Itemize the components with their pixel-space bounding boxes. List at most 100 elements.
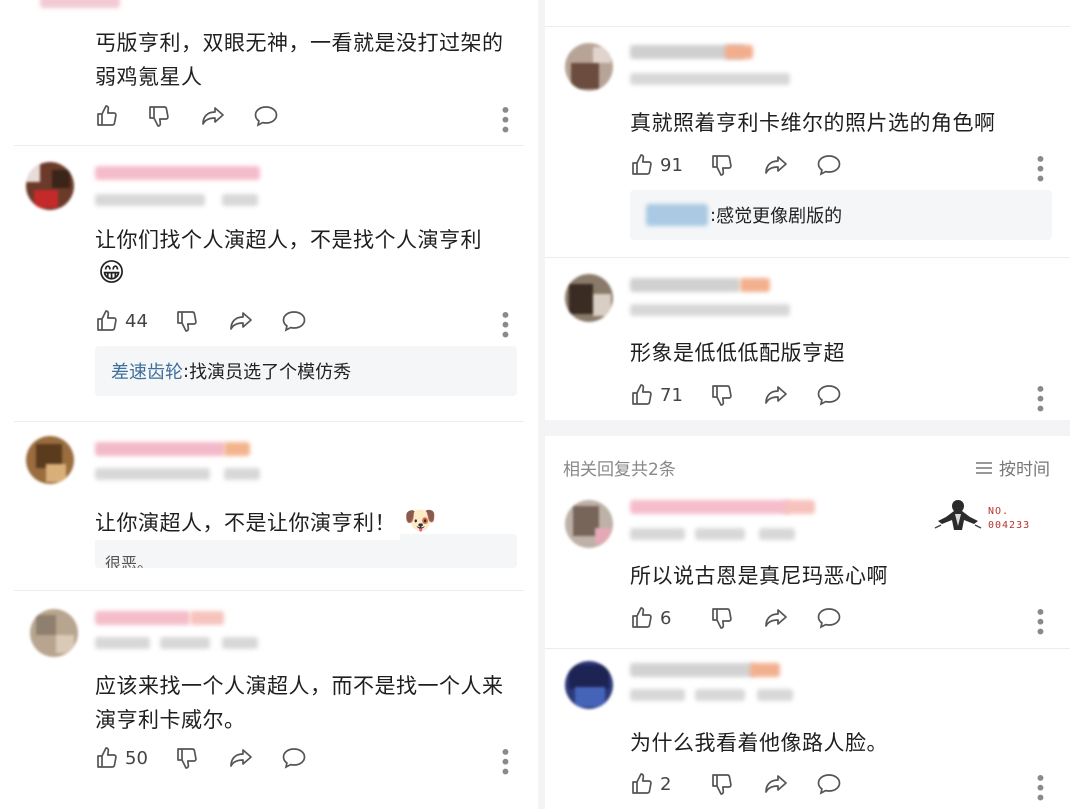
comment-icon bbox=[817, 774, 841, 795]
like-count: 44 bbox=[125, 310, 148, 332]
thumb-up-icon bbox=[632, 154, 652, 175]
dislike-button[interactable] bbox=[710, 383, 763, 407]
more-vertical-icon[interactable]: ••• bbox=[1028, 772, 1052, 801]
meta-blurred bbox=[757, 689, 793, 701]
reply-author[interactable]: 差速齿轮 bbox=[111, 358, 183, 384]
thumb-down-icon bbox=[177, 311, 197, 332]
reply-button[interactable] bbox=[816, 772, 856, 796]
like-button[interactable]: 2 bbox=[630, 772, 710, 796]
avatar bbox=[30, 609, 78, 657]
section-gap bbox=[545, 420, 1070, 436]
avatar bbox=[565, 274, 613, 322]
like-button[interactable]: 50 bbox=[95, 746, 175, 770]
reply-author-blurred[interactable] bbox=[646, 204, 708, 226]
dislike-button[interactable] bbox=[710, 606, 763, 630]
dog-emoji: 🐶 bbox=[404, 506, 437, 536]
avatar bbox=[565, 43, 613, 91]
meta-blurred bbox=[695, 689, 745, 701]
sort-by-time-button[interactable]: 按时间 bbox=[975, 455, 1050, 480]
more-vertical-icon[interactable]: ••• bbox=[493, 746, 517, 775]
thumb-down-icon bbox=[712, 608, 732, 629]
reply-button[interactable] bbox=[816, 383, 856, 407]
comment-text-line: 弱鸡氪星人 bbox=[95, 65, 203, 89]
reply-item: NO. 004233 所以说古恩是真尼玛恶心啊 6 ••• bbox=[545, 488, 1080, 648]
share-icon bbox=[230, 312, 252, 330]
like-button[interactable]: 44 bbox=[95, 309, 175, 333]
share-icon bbox=[230, 749, 252, 767]
share-button[interactable] bbox=[763, 772, 816, 796]
more-vertical-icon[interactable]: ••• bbox=[493, 309, 517, 338]
dislike-button[interactable] bbox=[710, 153, 763, 177]
like-count: 91 bbox=[660, 154, 683, 176]
reply-item: 为什么我看着他像路人脸。 2 ••• bbox=[545, 649, 1080, 809]
comment-actions bbox=[95, 101, 293, 131]
badge-number: 004233 bbox=[988, 520, 1031, 531]
username-blurred bbox=[95, 611, 190, 625]
share-button[interactable] bbox=[763, 153, 816, 177]
share-icon bbox=[765, 609, 787, 627]
more-vertical-icon[interactable]: ••• bbox=[1028, 383, 1052, 412]
comment-text: 让你演超人，不是让你演亨利！ bbox=[95, 506, 400, 540]
right-comment-panel: 真就照着亨利卡维尔的照片选的角色啊 91 ••• : 感觉更像剧版的 形象是低低… bbox=[545, 0, 1080, 809]
like-count: 50 bbox=[125, 747, 148, 769]
comment-actions: 50 bbox=[95, 743, 321, 773]
like-button[interactable]: 91 bbox=[630, 153, 710, 177]
like-button[interactable]: 6 bbox=[630, 606, 710, 630]
comment-icon bbox=[817, 608, 841, 629]
dislike-button[interactable] bbox=[175, 746, 228, 770]
reply-button[interactable] bbox=[816, 153, 856, 177]
comment-item: 真就照着亨利卡维尔的照片选的角色啊 91 ••• : 感觉更像剧版的 bbox=[545, 27, 1080, 257]
avatar bbox=[26, 162, 74, 210]
dislike-button[interactable] bbox=[710, 772, 763, 796]
username-blurred bbox=[630, 663, 755, 677]
meta-blurred bbox=[222, 637, 258, 649]
share-button[interactable] bbox=[228, 746, 281, 770]
share-button[interactable] bbox=[228, 309, 281, 333]
comment-text-line: 应该来找一个人演超人，而不是找一个人来 bbox=[95, 674, 504, 698]
comment-item: 应该来找一个人演超人，而不是找一个人来 演亨利卡威尔。 50 ••• bbox=[0, 591, 538, 809]
more-vertical-icon[interactable]: ••• bbox=[1028, 606, 1052, 635]
username-blurred bbox=[630, 500, 790, 514]
thumb-down-icon bbox=[712, 155, 732, 176]
share-icon bbox=[765, 386, 787, 404]
comment-icon bbox=[254, 106, 278, 127]
thumb-down-icon bbox=[712, 385, 732, 406]
share-icon bbox=[202, 107, 224, 125]
meta-blurred bbox=[695, 528, 745, 540]
meta-blurred bbox=[630, 304, 790, 316]
comment-text: 真就照着亨利卡维尔的照片选的角色啊 bbox=[630, 111, 996, 135]
avatar bbox=[565, 661, 613, 709]
reply-text-clipped: 很恶。 bbox=[105, 554, 154, 568]
grin-emoji: 😁 bbox=[98, 258, 126, 288]
thumb-up-icon bbox=[97, 310, 117, 331]
reply-button[interactable] bbox=[816, 606, 856, 630]
thumb-up-icon bbox=[632, 384, 652, 405]
sort-lines-icon bbox=[976, 461, 992, 474]
comment-text: 应该来找一个人演超人，而不是找一个人来 演亨利卡威尔。 bbox=[95, 669, 504, 737]
thumb-down-icon bbox=[149, 106, 169, 127]
share-button[interactable] bbox=[763, 606, 816, 630]
thumb-up-icon bbox=[632, 773, 652, 794]
dislike-button[interactable] bbox=[147, 104, 200, 128]
reply-text: 所以说古恩是真尼玛恶心啊 bbox=[630, 564, 888, 588]
share-icon bbox=[765, 156, 787, 174]
like-button[interactable]: 71 bbox=[630, 383, 710, 407]
meta-blurred bbox=[224, 468, 260, 480]
related-replies-count: 相关回复共2条 bbox=[563, 460, 676, 480]
username-blurred bbox=[40, 0, 120, 8]
reply-button[interactable] bbox=[281, 746, 321, 770]
reply-preview[interactable]: : 感觉更像剧版的 bbox=[630, 190, 1052, 240]
reply-preview[interactable]: 差速齿轮: 找演员选了个模仿秀 bbox=[95, 346, 517, 396]
meta-blurred bbox=[95, 194, 205, 206]
share-button[interactable] bbox=[763, 383, 816, 407]
badge-blurred bbox=[190, 611, 224, 625]
comment-actions: 6 bbox=[630, 603, 856, 633]
user-number-badge: NO. 004233 bbox=[988, 505, 1030, 533]
reply-text: 为什么我看着他像路人脸。 bbox=[630, 731, 888, 755]
more-vertical-icon[interactable]: ••• bbox=[493, 104, 517, 133]
dislike-button[interactable] bbox=[175, 309, 228, 333]
share-button[interactable] bbox=[200, 104, 253, 128]
reply-button[interactable] bbox=[253, 104, 293, 128]
reply-button[interactable] bbox=[281, 309, 321, 333]
more-vertical-icon[interactable]: ••• bbox=[1028, 153, 1052, 182]
